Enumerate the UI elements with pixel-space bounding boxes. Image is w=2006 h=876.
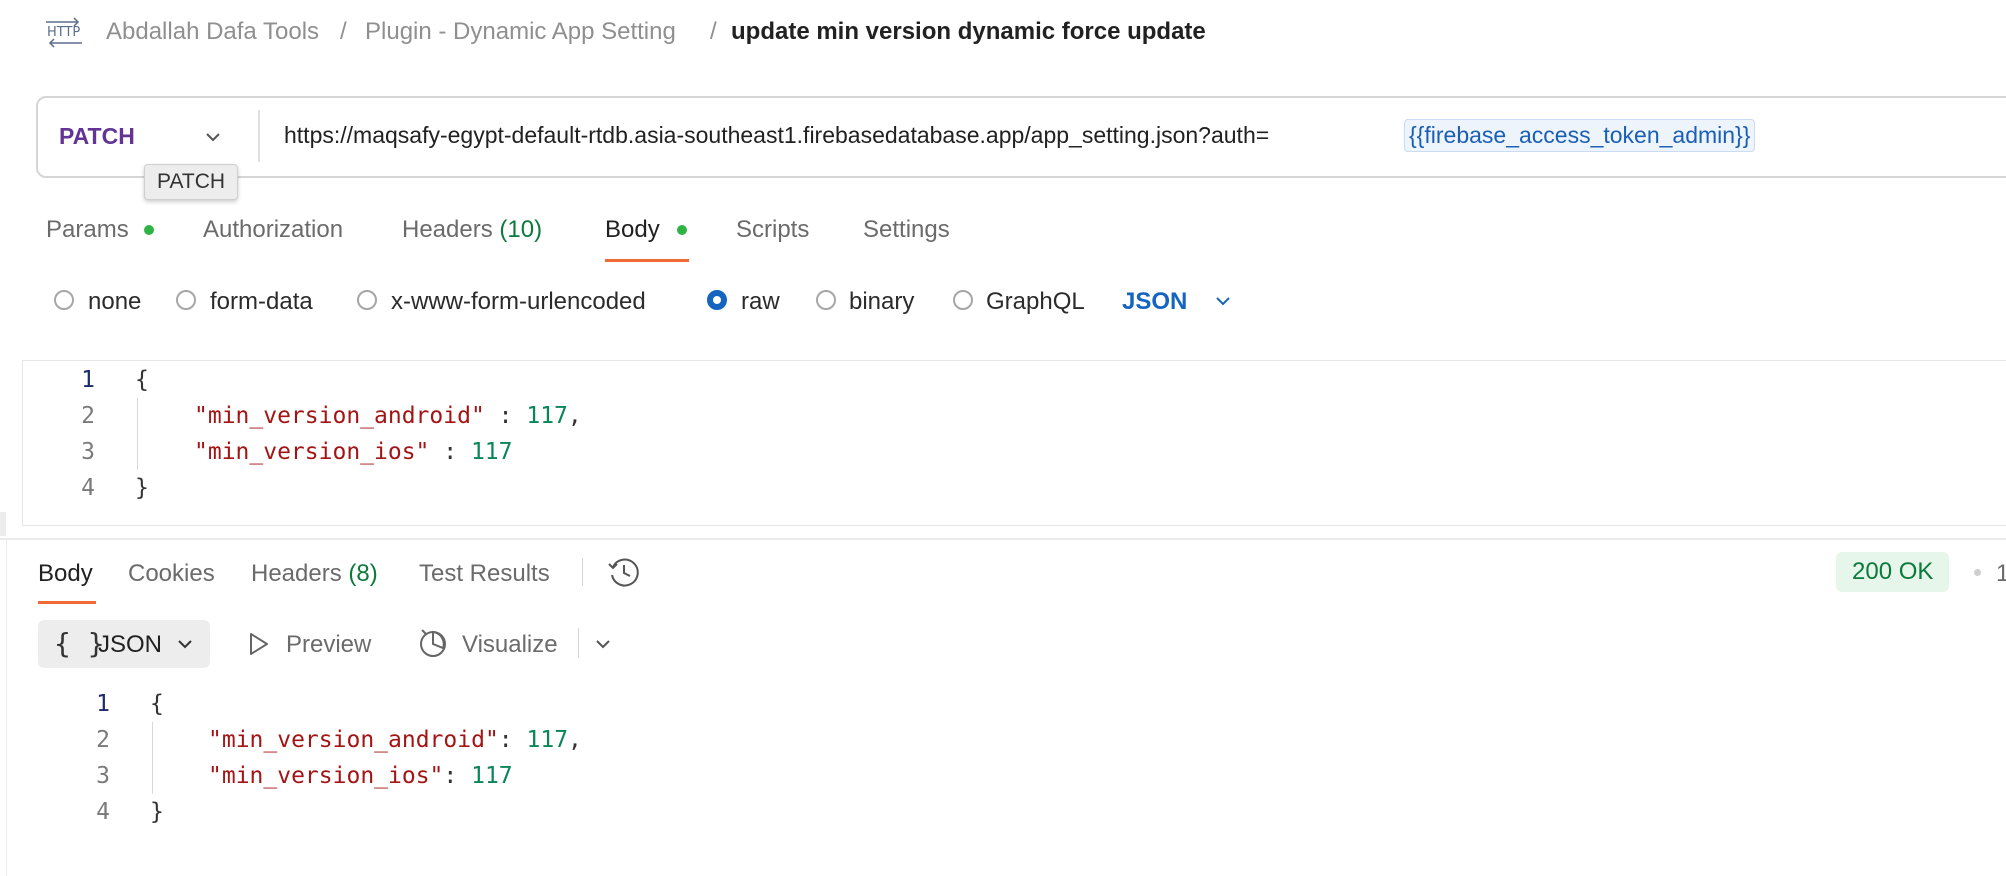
editor-border	[22, 525, 2006, 526]
radio-none[interactable]	[54, 290, 74, 310]
request-body-line-2[interactable]: "min_version_android" : 117,	[194, 403, 582, 429]
json-separator: :	[429, 439, 471, 465]
json-key: "min_version_ios"	[194, 439, 430, 465]
editor-border	[22, 360, 23, 526]
play-icon[interactable]	[244, 630, 272, 658]
editor-border	[22, 360, 2006, 361]
json-value: 117	[470, 439, 513, 465]
breadcrumb-collection[interactable]: Plugin - Dynamic App Setting	[365, 18, 676, 46]
response-tab-body[interactable]: Body	[38, 560, 93, 588]
json-key: "min_version_android"	[194, 403, 485, 429]
response-tab-headers-count: (8)	[348, 560, 378, 587]
radio-raw[interactable]	[707, 290, 727, 310]
radio-binary[interactable]	[816, 290, 836, 310]
json-key: "min_version_ios"	[208, 763, 444, 789]
visualize-button[interactable]: Visualize	[462, 631, 558, 659]
radio-form-data-label[interactable]: form-data	[210, 288, 313, 316]
body-language-select[interactable]: JSON	[1122, 288, 1187, 316]
chevron-down-icon[interactable]	[590, 631, 616, 657]
line-number: 1	[81, 367, 95, 393]
divider	[582, 558, 583, 586]
radio-raw-label[interactable]: raw	[741, 288, 780, 316]
line-number: 2	[81, 403, 95, 429]
tab-params[interactable]: Params	[46, 216, 129, 244]
url-input[interactable]: https://maqsafy-egypt-default-rtdb.asia-…	[284, 122, 1269, 149]
method-tooltip: PATCH	[144, 164, 239, 200]
json-key: "min_version_android"	[208, 727, 499, 753]
radio-urlencoded-label[interactable]: x-www-form-urlencoded	[391, 288, 646, 316]
response-time[interactable]: 1	[1996, 560, 2006, 588]
response-body-line-1[interactable]: {	[150, 691, 164, 717]
chevron-down-icon[interactable]	[172, 631, 198, 657]
indent-guide	[152, 722, 153, 794]
svg-text:HTTP: HTTP	[47, 25, 80, 40]
active-tab-underline	[38, 601, 96, 604]
breadcrumb-separator: /	[710, 18, 717, 45]
active-tab-underline	[605, 259, 689, 262]
status-separator-dot	[1974, 569, 1981, 576]
response-body-line-3[interactable]: "min_version_ios": 117	[208, 763, 513, 789]
tab-headers-label: Headers	[402, 216, 493, 243]
tab-scripts[interactable]: Scripts	[736, 216, 809, 244]
request-body-line-4[interactable]: }	[135, 475, 149, 501]
response-format-label[interactable]: JSON	[98, 631, 162, 659]
json-separator: :	[443, 763, 472, 789]
response-tab-test-results[interactable]: Test Results	[419, 560, 550, 588]
pane-divider[interactable]	[0, 538, 2006, 540]
request-body-line-1[interactable]: {	[135, 367, 149, 393]
response-body-line-2[interactable]: "min_version_android": 117,	[208, 727, 582, 753]
json-separator: :	[484, 403, 527, 429]
chevron-down-icon[interactable]	[200, 124, 226, 150]
radio-none-label[interactable]: none	[88, 288, 141, 316]
json-value: 117	[526, 403, 568, 429]
tab-authorization[interactable]: Authorization	[203, 216, 343, 244]
line-number: 3	[81, 439, 95, 465]
line-number: 4	[81, 475, 95, 501]
json-comma: ,	[567, 403, 582, 429]
tab-headers[interactable]: Headers (10)	[402, 216, 542, 244]
left-rule	[6, 540, 7, 876]
breadcrumb-separator: /	[340, 18, 347, 45]
line-number: 2	[96, 727, 110, 753]
tab-settings[interactable]: Settings	[863, 216, 950, 244]
braces-icon: { }	[54, 627, 105, 660]
response-body-line-4[interactable]: }	[150, 799, 164, 825]
json-separator: :	[498, 727, 527, 753]
indent-guide	[137, 398, 138, 470]
radio-graphql[interactable]	[953, 290, 973, 310]
divider	[578, 628, 579, 658]
radio-graphql-label[interactable]: GraphQL	[986, 288, 1085, 316]
tab-body[interactable]: Body	[605, 216, 660, 244]
line-number: 1	[96, 691, 110, 717]
response-tab-headers-label: Headers	[251, 560, 342, 587]
preview-button[interactable]: Preview	[286, 631, 371, 659]
json-value: 117	[526, 727, 569, 753]
method-select[interactable]: PATCH	[59, 123, 135, 150]
tab-headers-count: (10)	[499, 216, 543, 243]
request-title[interactable]: update min version dynamic force update	[731, 18, 1206, 46]
radio-urlencoded[interactable]	[357, 290, 377, 310]
response-tab-cookies[interactable]: Cookies	[128, 560, 215, 588]
params-indicator-dot	[144, 225, 154, 235]
url-variable-token[interactable]: {{firebase_access_token_admin}}	[1404, 119, 1756, 152]
json-comma: ,	[568, 727, 582, 753]
request-body-line-3[interactable]: "min_version_ios" : 117	[194, 439, 513, 465]
line-number: 4	[96, 799, 110, 825]
http-icon: HTTP	[46, 17, 82, 48]
body-indicator-dot	[677, 225, 687, 235]
radio-binary-label[interactable]: binary	[849, 288, 914, 316]
breadcrumb-workspace[interactable]: Abdallah Dafa Tools	[106, 18, 319, 46]
history-icon[interactable]	[606, 555, 642, 591]
visualize-icon[interactable]	[416, 626, 450, 660]
json-value: 117	[471, 763, 513, 789]
status-badge[interactable]: 200 OK	[1836, 552, 1950, 592]
radio-form-data[interactable]	[176, 290, 196, 310]
line-number: 3	[96, 763, 110, 789]
chevron-down-icon[interactable]	[1210, 288, 1236, 314]
response-tab-headers[interactable]: Headers (8)	[251, 560, 378, 588]
pane-resize-handle[interactable]	[0, 512, 6, 536]
url-divider	[258, 110, 260, 162]
